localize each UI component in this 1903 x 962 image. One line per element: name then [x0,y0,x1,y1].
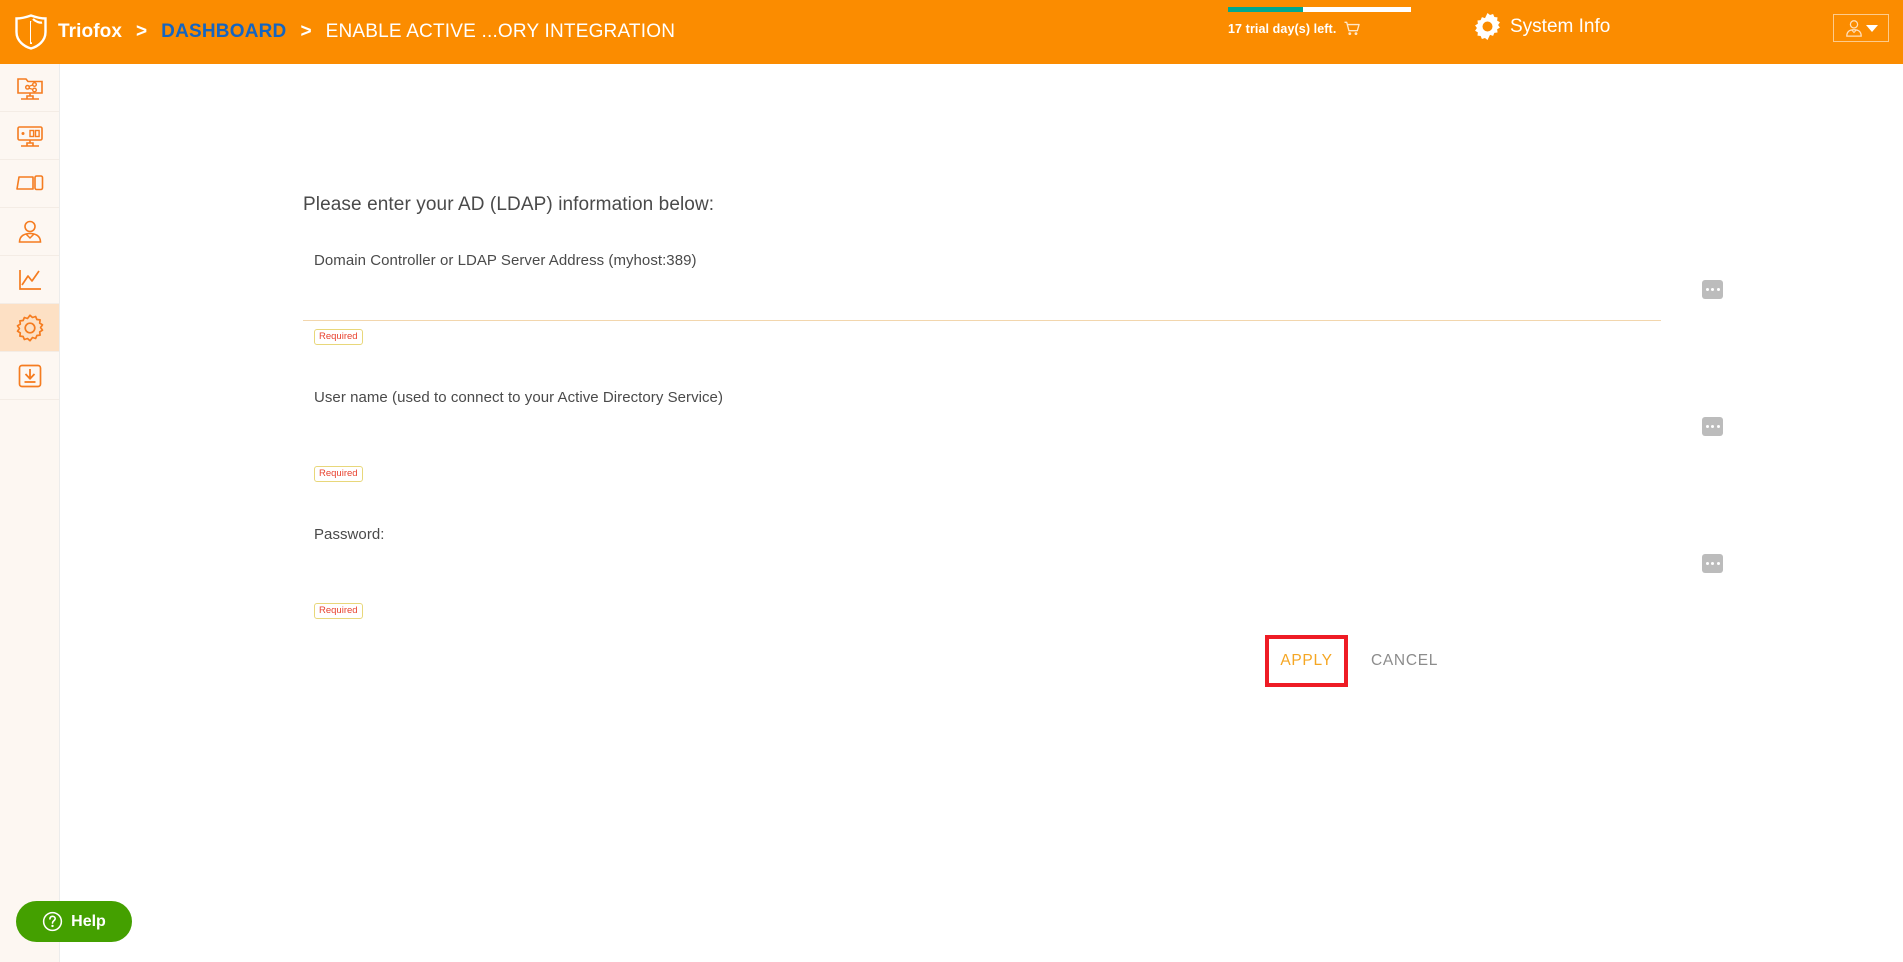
trial-progress-fill [1228,7,1304,12]
devices-icon [15,172,44,196]
server-monitor-icon [16,123,44,149]
trial-days-left-label: 17 trial day(s) left. [1228,21,1337,36]
help-button[interactable]: Help [16,901,132,942]
field-label: Domain Controller or LDAP Server Address… [314,252,697,269]
domain-controller-input[interactable] [303,269,1633,319]
ellipsis-icon[interactable] [1702,417,1723,436]
shared-folder-network-icon [16,75,44,101]
sidebar-item-settings[interactable] [0,304,59,352]
question-mark-circle-icon [42,911,63,932]
form-actions: APPLY CANCEL [1265,635,1438,687]
shield-logo-icon [14,14,48,50]
sidebar-item-shared-folders[interactable] [0,64,59,112]
field-domain-controller: Domain Controller or LDAP Server Address… [303,252,1723,345]
user-icon [17,219,43,245]
ad-ldap-form: Please enter your AD (LDAP) information … [303,194,1723,619]
sidebar-item-reports[interactable] [0,256,59,304]
validation-required-badge: Required [314,466,363,482]
brand-name: Triofox [58,21,123,42]
validation-required-badge: Required [314,329,363,345]
breadcrumb-dashboard[interactable]: DASHBOARD [161,21,286,43]
sidebar-item-users[interactable] [0,208,59,256]
download-box-icon [17,363,43,389]
field-password: Password: Required [303,526,1723,619]
field-label: Password: [314,526,385,543]
breadcrumb-separator-2: > [300,21,312,42]
user-menu-button[interactable] [1833,14,1889,42]
gear-icon [1474,13,1501,40]
field-input-row [303,269,1723,321]
validation-required-badge: Required [314,603,363,619]
gear-settings-icon [16,313,44,342]
field-user-name: User name (used to connect to your Activ… [303,389,1723,482]
shopping-cart-icon[interactable] [1344,21,1361,36]
breadcrumb-current-page: ENABLE ACTIVE ...ORY INTEGRATION [325,21,676,42]
breadcrumb-separator-1: > [136,21,148,42]
brand-breadcrumb-block: Triofox > DASHBOARD > ENABLE ACTIVE ...O… [0,0,675,64]
left-sidebar [0,64,60,962]
chevron-down-icon [1865,24,1878,32]
cancel-button[interactable]: CANCEL [1371,652,1438,670]
system-info-button[interactable]: System Info [1474,13,1610,40]
field-input-row [303,406,1723,458]
trial-text-row: 17 trial day(s) left. [1228,21,1414,36]
field-spacer [303,482,1723,526]
password-input[interactable] [303,543,1633,593]
system-info-label: System Info [1510,15,1611,37]
trial-progress-bar [1228,7,1411,12]
user-name-input[interactable] [303,406,1633,456]
field-spacer [303,345,1723,389]
help-label: Help [71,912,106,930]
trial-status-block: 17 trial day(s) left. [1228,7,1414,36]
reports-chart-icon [17,268,43,292]
ellipsis-icon[interactable] [1702,280,1723,299]
sidebar-item-downloads[interactable] [0,352,59,400]
ellipsis-icon[interactable] [1702,554,1723,573]
main-content: Please enter your AD (LDAP) information … [60,64,1903,962]
apply-button[interactable]: APPLY [1280,652,1332,670]
field-underline [303,320,1661,321]
apply-highlight-annotation: APPLY [1265,635,1348,687]
field-input-row [303,543,1723,595]
user-avatar-icon [1845,19,1863,37]
field-label: User name (used to connect to your Activ… [314,389,723,406]
sidebar-item-devices[interactable] [0,160,59,208]
sidebar-item-servers[interactable] [0,112,59,160]
page-instruction: Please enter your AD (LDAP) information … [303,194,715,215]
top-bar: Triofox > DASHBOARD > ENABLE ACTIVE ...O… [0,0,1903,64]
